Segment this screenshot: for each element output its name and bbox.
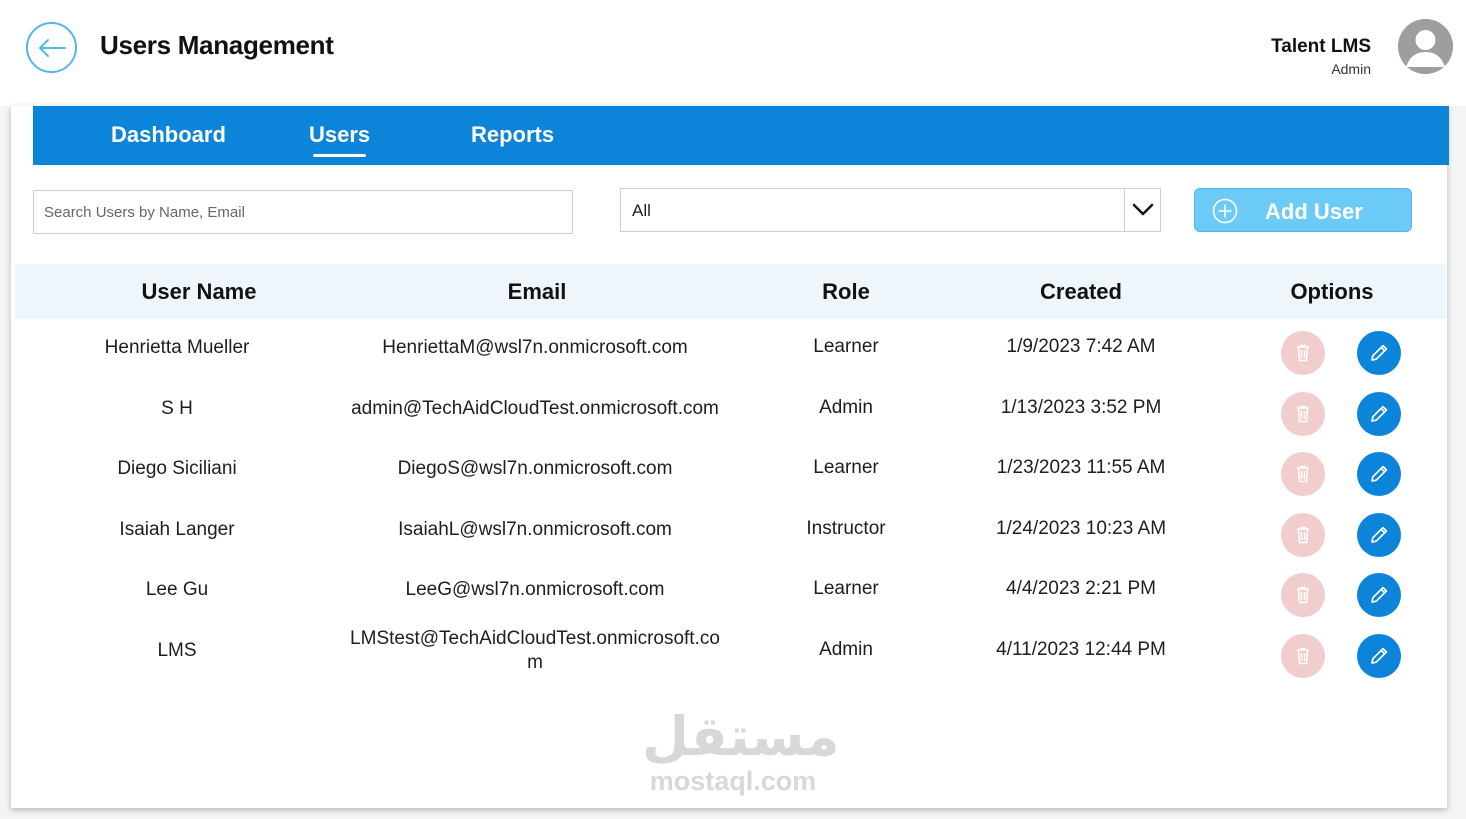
cell-email: LeeG@wsl7n.onmicrosoft.com xyxy=(405,579,665,600)
delete-button[interactable] xyxy=(1281,392,1325,436)
cell-email: IsaiahL@wsl7n.onmicrosoft.com xyxy=(398,519,672,540)
edit-button[interactable] xyxy=(1357,331,1401,375)
trash-icon xyxy=(1297,647,1309,665)
column-header-username[interactable]: User Name xyxy=(142,279,257,305)
cell-role: Admin xyxy=(819,639,873,660)
cell-email: admin@TechAidCloudTest.onmicrosoft.com xyxy=(351,398,719,419)
table-row: Lee Gu LeeG@wsl7n.onmicrosoft.com Learne… xyxy=(15,564,1446,624)
table-row: Henrietta Mueller HenriettaM@wsl7n.onmic… xyxy=(15,322,1446,382)
table-header: User Name Email Role Created Options xyxy=(15,264,1446,319)
column-header-email[interactable]: Email xyxy=(508,279,567,305)
cell-email: LMStest@TechAidCloudTest.onmicrosoft.com xyxy=(350,628,720,673)
cell-created: 1/24/2023 10:23 AM xyxy=(995,518,1167,539)
nav-tab-users[interactable]: Users xyxy=(309,122,370,157)
role-filter-select[interactable]: All xyxy=(620,188,1161,232)
table-row: LMS LMStest@TechAidCloudTest.onmicrosoft… xyxy=(15,625,1446,685)
edit-button[interactable] xyxy=(1357,392,1401,436)
cell-created: 1/23/2023 11:55 AM xyxy=(996,457,1166,478)
cell-created: 4/4/2023 2:21 PM xyxy=(1006,578,1156,599)
table-row: Diego Siciliani DiegoS@wsl7n.onmicrosoft… xyxy=(15,443,1446,503)
user-name: Talent LMS xyxy=(1271,36,1371,57)
pencil-icon xyxy=(1371,465,1388,482)
nav-tab-dashboard[interactable]: Dashboard xyxy=(111,122,226,148)
trash-icon xyxy=(1297,405,1309,423)
chevron-down-icon[interactable] xyxy=(1124,189,1160,231)
edit-button[interactable] xyxy=(1357,513,1401,557)
cell-username: LMS xyxy=(157,640,197,661)
pencil-icon xyxy=(1371,586,1388,603)
add-user-label: Add User xyxy=(1265,199,1363,224)
cell-created: 1/9/2023 7:42 AM xyxy=(1006,336,1156,357)
page-title: Users Management xyxy=(100,30,334,60)
pencil-icon xyxy=(1371,526,1388,543)
cell-email: HenriettaM@wsl7n.onmicrosoft.com xyxy=(382,337,688,358)
role-filter-value: All xyxy=(632,201,651,220)
app-header: Users Management Talent LMS Admin xyxy=(0,0,1466,106)
trash-icon xyxy=(1297,344,1309,362)
nav-tab-reports[interactable]: Reports xyxy=(471,122,554,148)
edit-button[interactable] xyxy=(1357,573,1401,617)
cell-username: Diego Siciliani xyxy=(117,458,237,479)
delete-button[interactable] xyxy=(1281,634,1325,678)
users-management-page: Users Management Talent LMS Admin Dashbo… xyxy=(0,0,1466,819)
watermark-latin: mostaql.com xyxy=(649,766,817,796)
pencil-icon xyxy=(1371,344,1388,361)
delete-button[interactable] xyxy=(1281,513,1325,557)
user-info: Talent LMS Admin xyxy=(1271,36,1371,77)
user-avatar-icon[interactable] xyxy=(1398,19,1453,74)
arrow-left-icon xyxy=(38,38,66,57)
cell-role: Instructor xyxy=(806,518,886,539)
delete-button[interactable] xyxy=(1281,452,1325,496)
edit-button[interactable] xyxy=(1357,452,1401,496)
cell-username: Isaiah Langer xyxy=(119,519,235,540)
cell-username: Lee Gu xyxy=(145,579,209,600)
cell-role: Admin xyxy=(819,397,873,418)
delete-button[interactable] xyxy=(1281,573,1325,617)
cell-email: DiegoS@wsl7n.onmicrosoft.com xyxy=(397,458,673,479)
cell-role: Learner xyxy=(813,336,879,357)
plus-circle-icon xyxy=(1212,198,1238,224)
user-role: Admin xyxy=(1331,61,1371,77)
trash-icon xyxy=(1297,526,1309,544)
watermark-arabic: مستقل xyxy=(642,705,840,768)
table-row: S H admin@TechAidCloudTest.onmicrosoft.c… xyxy=(15,383,1446,443)
pencil-icon xyxy=(1371,405,1388,422)
add-user-button[interactable]: Add User xyxy=(1194,188,1412,232)
column-header-role[interactable]: Role xyxy=(822,279,870,305)
main-nav: Dashboard Users Reports xyxy=(33,106,1449,165)
cell-role: Learner xyxy=(813,457,879,478)
edit-button[interactable] xyxy=(1357,634,1401,678)
cell-created: 1/13/2023 3:52 PM xyxy=(1000,397,1162,418)
delete-button[interactable] xyxy=(1281,331,1325,375)
cell-created: 4/11/2023 12:44 PM xyxy=(996,639,1166,660)
table-row: Isaiah Langer IsaiahL@wsl7n.onmicrosoft.… xyxy=(15,504,1446,564)
back-button[interactable] xyxy=(26,22,77,73)
watermark: مستقل mostaql.com xyxy=(642,705,840,804)
column-header-created[interactable]: Created xyxy=(1040,279,1122,305)
cell-role: Learner xyxy=(813,578,879,599)
column-header-options: Options xyxy=(1290,279,1374,304)
cell-username: Henrietta Mueller xyxy=(104,337,250,358)
search-input[interactable] xyxy=(33,190,573,234)
trash-icon xyxy=(1297,586,1309,604)
pencil-icon xyxy=(1371,647,1388,664)
cell-username: S H xyxy=(161,398,193,419)
trash-icon xyxy=(1297,465,1309,483)
